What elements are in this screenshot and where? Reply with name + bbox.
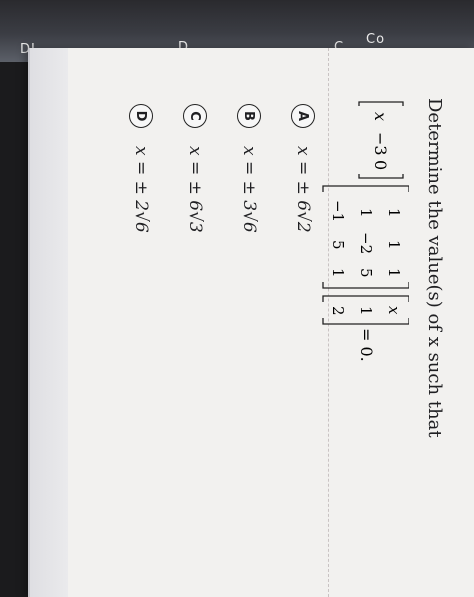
option-b-text: x = ± 3√6 [239,146,259,233]
col-vector-entry: 1 [357,306,375,316]
row-vector-entry: 0 [371,160,390,170]
col-vector-right-bracket [322,318,409,325]
matrix-entry: 1 [385,240,403,250]
col-vector-entry: 2 [329,306,347,316]
matrix-entry: 5 [357,268,375,278]
col-vector-left-bracket [322,295,409,302]
option-c-text: x = ± 6√3 [185,146,205,233]
matrix-entry: 1 [329,268,347,278]
option-b-radio[interactable]: B [237,104,261,128]
matrix-left-bracket [322,185,409,192]
option-d-text: x = ± 2√6 [131,146,151,233]
equation-rhs: = 0. [357,328,376,362]
matrix-right-bracket [322,282,409,289]
option-b[interactable]: B x = ± 3√6 [237,104,261,233]
option-a-radio[interactable]: A [291,104,315,128]
row-vector-entry: −3 [371,132,390,156]
browser-tab-fragment: Co [366,32,386,47]
matrix-entry: 1 [357,208,375,218]
row-vector-entry: x [371,112,390,121]
matrix-entry: 1 [385,208,403,218]
question-block: Determine the value(s) of x such that x … [45,98,445,568]
option-c[interactable]: C x = ± 6√3 [183,104,207,233]
question-prompt: Determine the value(s) of x such that [424,98,445,438]
matrix-entry: −2 [357,232,375,254]
option-c-radio[interactable]: C [183,104,207,128]
matrix-equation: x −3 0 1 1 1 1 −2 5 −1 5 1 x 1 2 = 0. [322,101,409,362]
option-d[interactable]: D x = ± 2√6 [129,104,153,233]
matrix-entry: 5 [329,240,347,250]
option-a[interactable]: A x = ± 6√2 [291,104,315,233]
option-a-text: x = ± 6√2 [293,146,313,233]
option-d-radio[interactable]: D [129,104,153,128]
matrix-entry: 1 [385,268,403,278]
matrix-entry: −1 [329,200,347,222]
row-vector-right-bracket [358,174,404,179]
row-vector-left-bracket [358,101,404,106]
col-vector-entry: x [385,306,403,315]
